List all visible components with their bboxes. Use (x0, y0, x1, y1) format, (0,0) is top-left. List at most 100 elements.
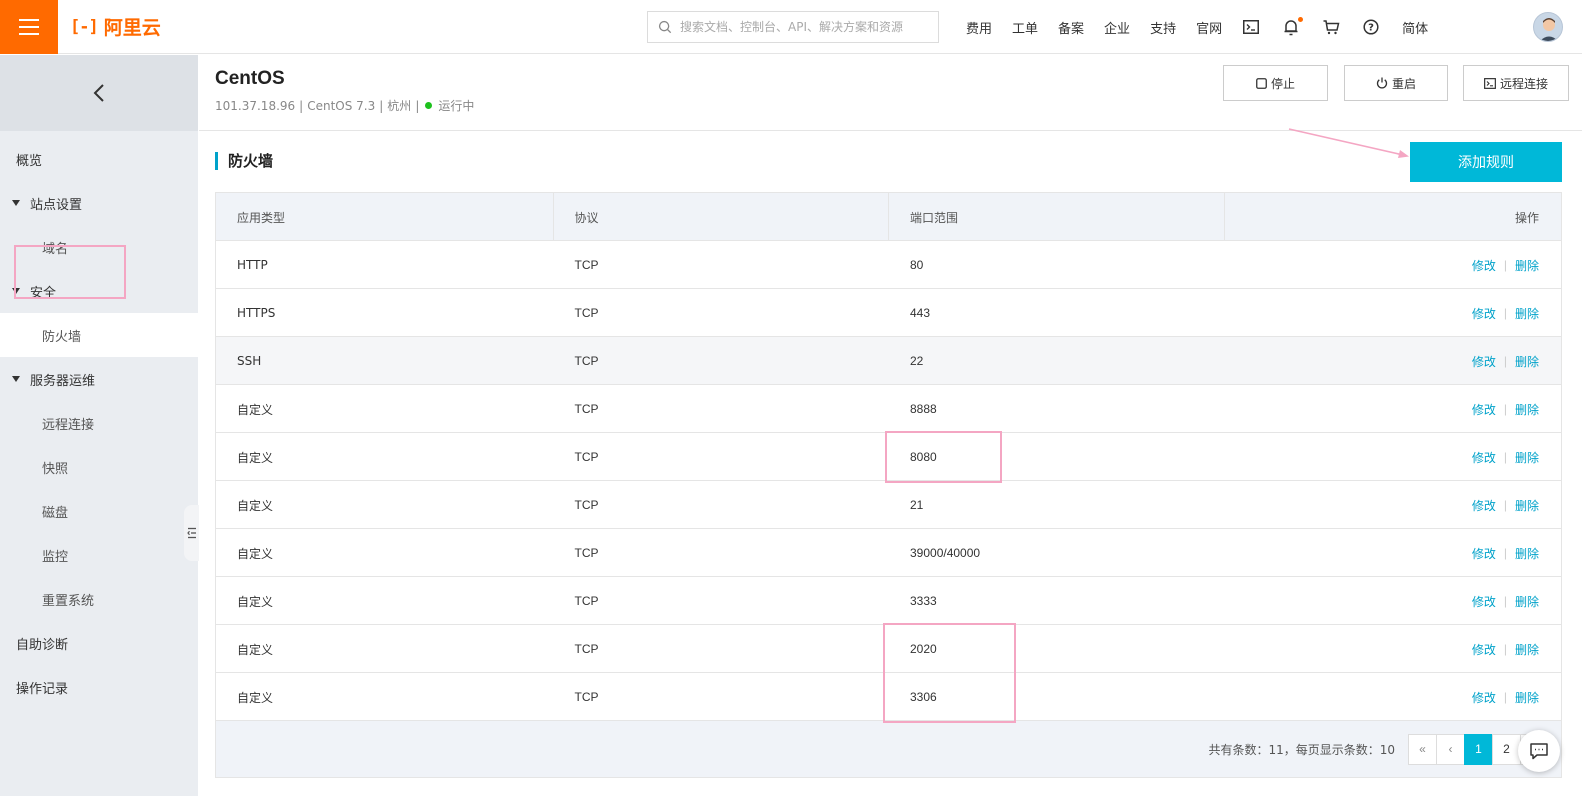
table-body: HTTP TCP 80 修改 | 删除 HTTPS TCP 443 修改 | 删除 SSH TCP 22 修改… (216, 241, 1561, 721)
cell-port-range: 443 (910, 306, 931, 320)
sidebar-item-label: 服务器运维 (30, 373, 96, 389)
first-page-button[interactable]: « (1408, 733, 1437, 765)
sidebar-menu: 概览站点设置域名安全防火墙服务器运维远程连接快照磁盘 监控 重置系统自助诊断操作记录 (0, 131, 198, 709)
cell-port-range: 3333 (910, 594, 937, 608)
sidebar-item[interactable]: 安全 (0, 269, 198, 313)
delete-rule-link[interactable]: 删除 (1515, 401, 1539, 418)
language-switch[interactable]: 简体 (1402, 18, 1428, 37)
sidebar-item[interactable]: 磁盘 (0, 489, 198, 533)
cell-app-type: 自定义 (237, 498, 274, 513)
cell-app-type: 自定义 (237, 690, 274, 705)
separator: | (1503, 258, 1507, 272)
delete-rule-link[interactable]: 删除 (1515, 641, 1539, 658)
sidebar-item[interactable]: 防火墙 (0, 313, 198, 357)
prev-page-button[interactable]: ‹ (1436, 733, 1465, 765)
table-header: 应用类型 协议 端口范围 操作 (216, 193, 1561, 241)
aliyun-logo-icon: [-] (70, 16, 99, 37)
nav-tickets[interactable]: 工单 (1012, 18, 1038, 37)
sidebar-item[interactable]: 远程连接 (0, 401, 198, 445)
back-button[interactable] (0, 55, 198, 131)
delete-rule-link[interactable]: 删除 (1515, 257, 1539, 274)
edit-rule-link[interactable]: 修改 (1472, 305, 1496, 322)
page-2-button[interactable]: 2 (1492, 733, 1521, 765)
cell-protocol: TCP (574, 690, 599, 704)
edit-rule-link[interactable]: 修改 (1472, 593, 1496, 610)
edit-rule-link[interactable]: 修改 (1472, 449, 1496, 466)
sidebar-item-label: 安全 (30, 285, 57, 301)
cell-protocol: TCP (574, 642, 599, 656)
delete-rule-link[interactable]: 删除 (1515, 593, 1539, 610)
terminal-icon[interactable] (1242, 18, 1260, 36)
cart-icon[interactable] (1322, 18, 1340, 36)
cell-protocol: TCP (574, 546, 599, 560)
separator: | (1503, 450, 1507, 464)
separator: | (1503, 594, 1507, 608)
sidebar-item[interactable]: 自助诊断 (0, 621, 198, 665)
edit-rule-link[interactable]: 修改 (1472, 689, 1496, 706)
sidebar-item[interactable]: 域名 (0, 225, 198, 269)
cell-app-type: HTTPS (237, 306, 276, 320)
table-row: SSH TCP 22 修改 | 删除 (216, 337, 1561, 385)
cell-actions: 修改 | 删除 (1225, 241, 1562, 289)
sidebar: 概览站点设置域名安全防火墙服务器运维远程连接快照磁盘 监控 重置系统自助诊断操作记录 (0, 55, 200, 796)
nav-support[interactable]: 支持 (1150, 18, 1176, 37)
sidebar-item[interactable]: 站点设置 (0, 181, 198, 225)
chat-button[interactable] (1518, 730, 1560, 772)
sidebar-item-label: 快照 (42, 461, 69, 477)
menu-icon[interactable] (0, 0, 58, 54)
cell-actions: 修改 | 删除 (1225, 385, 1562, 433)
delete-rule-link[interactable]: 删除 (1515, 353, 1539, 370)
chevron-left-icon (93, 84, 104, 102)
cell-actions: 修改 | 删除 (1225, 433, 1562, 481)
avatar[interactable] (1533, 12, 1563, 42)
cell-port-range: 22 (910, 354, 924, 368)
nav-enterprise[interactable]: 企业 (1104, 18, 1130, 37)
sidebar-item[interactable]: 快照 (0, 445, 198, 489)
nav-icp[interactable]: 备案 (1058, 18, 1084, 37)
edit-rule-link[interactable]: 修改 (1472, 497, 1496, 514)
delete-rule-link[interactable]: 删除 (1515, 545, 1539, 562)
help-icon[interactable]: ? (1362, 18, 1380, 36)
edit-rule-link[interactable]: 修改 (1472, 401, 1496, 418)
search-input[interactable] (680, 20, 930, 34)
sidebar-item-label: 自助诊断 (16, 637, 69, 653)
edit-rule-link[interactable]: 修改 (1472, 641, 1496, 658)
sidebar-item[interactable]: 概览 (0, 137, 198, 181)
sidebar-item[interactable]: 操作记录 (0, 665, 198, 709)
brand-logo[interactable]: [-] 阿里云 (70, 13, 161, 40)
table-row: 自定义 TCP 8888 修改 | 删除 (216, 385, 1561, 433)
annotation-arrow (1288, 128, 1409, 158)
pagination-summary: 共有条数：11，每页显示条数：10 (1208, 742, 1395, 757)
edit-rule-link[interactable]: 修改 (1472, 257, 1496, 274)
power-icon (1376, 77, 1388, 89)
svg-text:?: ? (1368, 23, 1374, 34)
delete-rule-link[interactable]: 删除 (1515, 305, 1539, 322)
restart-button[interactable]: 重启 (1344, 65, 1448, 101)
sidebar-item[interactable]: 服务器运维 (0, 357, 198, 401)
delete-rule-link[interactable]: 删除 (1515, 497, 1539, 514)
sidebar-item-label: 概览 (16, 153, 43, 169)
column-header-actions: 操作 (1514, 210, 1539, 225)
sidebar-item-label: 域名 (42, 241, 69, 257)
delete-rule-link[interactable]: 删除 (1515, 449, 1539, 466)
add-rule-button[interactable]: 添加规则 (1410, 142, 1562, 182)
cell-protocol: TCP (574, 258, 599, 272)
stop-button[interactable]: 停止 (1223, 65, 1328, 101)
search-box[interactable] (647, 11, 939, 43)
sidebar-item[interactable]: 重置系统 (0, 577, 198, 621)
edit-rule-link[interactable]: 修改 (1472, 545, 1496, 562)
caret-down-icon (12, 288, 20, 294)
bell-icon[interactable] (1282, 17, 1304, 36)
instance-ip: 101.37.18.96 (215, 98, 296, 113)
delete-rule-link[interactable]: 删除 (1515, 689, 1539, 706)
nav-website[interactable]: 官网 (1196, 18, 1222, 37)
page-1-button[interactable]: 1 (1464, 733, 1493, 765)
cell-app-type: SSH (237, 354, 262, 368)
nav-fees[interactable]: 费用 (966, 18, 992, 37)
edit-rule-link[interactable]: 修改 (1472, 353, 1496, 370)
notification-dot (1298, 17, 1304, 22)
collapse-sidebar-handle[interactable] (184, 505, 200, 561)
sidebar-item[interactable]: 监控 (0, 533, 198, 577)
remote-connect-button[interactable]: 远程连接 (1463, 65, 1569, 101)
cell-protocol: TCP (574, 354, 599, 368)
